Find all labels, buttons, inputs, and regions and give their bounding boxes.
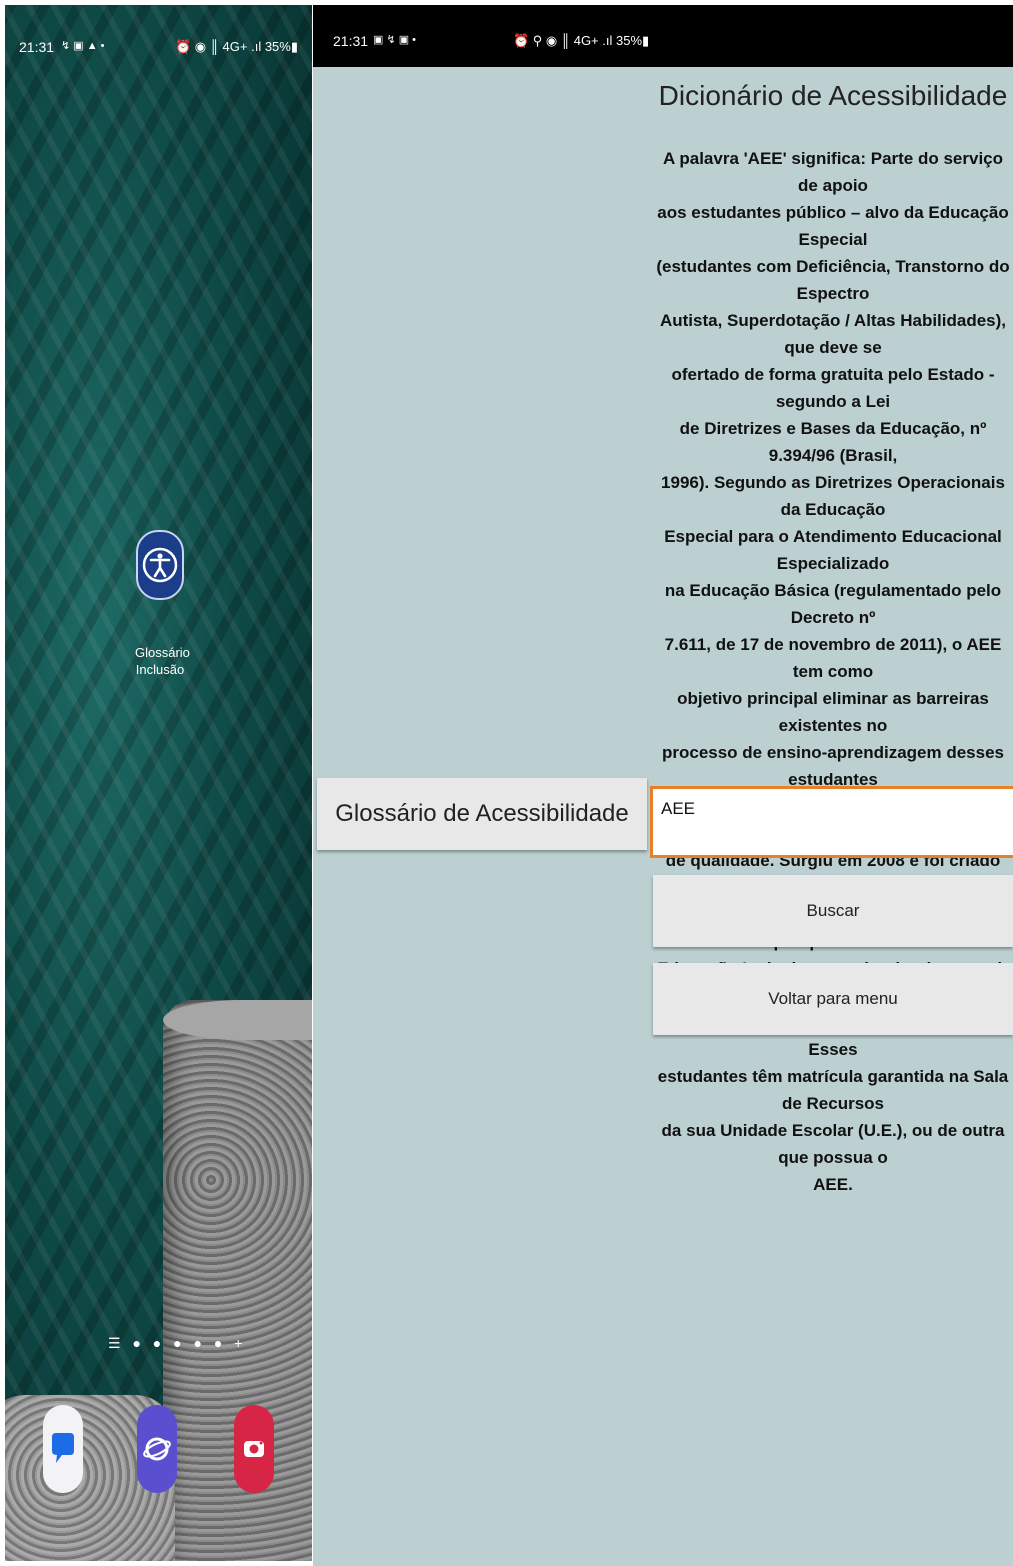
app-status-time: 21:31 [333, 33, 369, 49]
app-status-notification-icons: ▣ ↯ ▣ • [373, 34, 417, 46]
home-status-bar: 21:31 ↯ ▣ ▲ • ⏰ ◉ ║ 4G+ .ıl 35%▮ [5, 5, 312, 85]
dock-messages-app[interactable] [43, 1405, 83, 1493]
dock-camera-app[interactable] [234, 1405, 274, 1493]
search-button[interactable]: Buscar [653, 875, 1013, 947]
home-status-notification-icons: ↯ ▣ ▲ • [61, 40, 105, 52]
app-label-line-1: Glossário [135, 645, 190, 660]
home-status-time: 21:31 [19, 39, 55, 55]
home-screen: 21:31 ↯ ▣ ▲ • ⏰ ◉ ║ 4G+ .ıl 35%▮ Glossár… [5, 5, 312, 1561]
camera-icon [244, 1441, 264, 1457]
back-to-menu-button[interactable]: Voltar para menu [653, 963, 1013, 1035]
home-status-system-icons: ⏰ ◉ ║ 4G+ .ıl 35%▮ [174, 39, 298, 54]
app-shortcut-label: Glossário Inclusão [135, 644, 190, 678]
definition-text: A palavra 'AEE' significa: Parte do serv… [656, 149, 1010, 1194]
search-input[interactable] [650, 786, 1013, 858]
accessibility-icon [136, 530, 184, 600]
app-status-system-icons: ⏰ ⚲ ◉ ║ 4G+ .ıl 35%▮ [513, 33, 650, 48]
page-indicator[interactable]: ☰ ● ● ● ● ● + [108, 1335, 246, 1352]
messages-icon [52, 1433, 74, 1463]
internet-icon [143, 1437, 171, 1461]
dock-internet-app[interactable] [137, 1405, 177, 1493]
app-shortcut-glossario-inclusao[interactable]: Glossário Inclusão [135, 530, 190, 678]
app-status-bar: 21:31 ▣ ↯ ▣ • ⏰ ⚲ ◉ ║ 4G+ .ıl 35%▮ [313, 5, 1013, 67]
glossary-button[interactable]: Glossário de Acessibilidade [317, 778, 647, 850]
dictionary-app-screen: 21:31 ▣ ↯ ▣ • ⏰ ⚲ ◉ ║ 4G+ .ıl 35%▮ Dicio… [313, 5, 1013, 1566]
app-label-line-2: Inclusão [135, 662, 185, 677]
page-title: Dicionário de Acessibilidade [658, 80, 1008, 111]
